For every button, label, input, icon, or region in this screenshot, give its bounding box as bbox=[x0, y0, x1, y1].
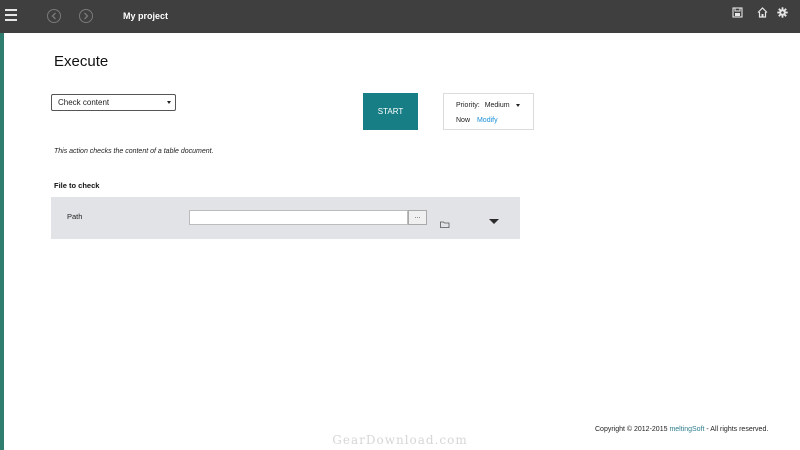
chevron-down-icon bbox=[167, 101, 171, 104]
top-bar: My project bbox=[0, 0, 800, 33]
brand-link[interactable]: meltingSoft bbox=[669, 426, 704, 433]
left-accent-strip bbox=[0, 0, 4, 450]
copyright-text: Copyright © 2012-2015 bbox=[595, 426, 668, 433]
watermark: GearDownload.com bbox=[332, 433, 468, 447]
page-title: Execute bbox=[54, 53, 109, 70]
path-label: Path bbox=[67, 212, 83, 221]
hamburger-menu-icon[interactable] bbox=[5, 9, 17, 21]
browse-button[interactable]: ... bbox=[408, 210, 427, 225]
path-parameter-panel: Path ... bbox=[51, 197, 520, 239]
forward-icon[interactable] bbox=[79, 9, 93, 23]
chevron-down-icon bbox=[515, 103, 520, 107]
priority-dropdown[interactable]: Medium bbox=[485, 102, 520, 109]
section-title-file-to-check: File to check bbox=[54, 181, 100, 190]
start-button[interactable]: START bbox=[363, 93, 418, 130]
priority-label: Priority: bbox=[456, 102, 480, 109]
priority-row: Priority: Medium bbox=[456, 102, 520, 109]
project-title: My project bbox=[123, 11, 169, 21]
gear-icon[interactable] bbox=[777, 7, 789, 19]
home-icon[interactable] bbox=[757, 7, 769, 19]
footer-copyright: Copyright © 2012-2015 meltingSoft - All … bbox=[595, 426, 768, 433]
action-select[interactable]: Check content bbox=[51, 94, 176, 111]
folder-icon[interactable] bbox=[440, 215, 450, 228]
modify-link[interactable]: Modify bbox=[477, 117, 498, 124]
path-input[interactable] bbox=[189, 210, 408, 225]
save-icon[interactable] bbox=[732, 7, 744, 19]
rights-text: - All rights reserved. bbox=[706, 426, 769, 433]
schedule-value: Now bbox=[456, 117, 471, 124]
action-description: This action checks the content of a tabl… bbox=[54, 148, 214, 155]
schedule-row: Now Modify bbox=[456, 117, 498, 124]
action-select-value: Check content bbox=[58, 98, 110, 107]
back-icon[interactable] bbox=[47, 9, 61, 23]
priority-panel: Priority: Medium Now Modify bbox=[443, 93, 534, 130]
priority-value: Medium bbox=[484, 102, 510, 109]
expand-arrow-icon[interactable] bbox=[489, 219, 499, 224]
